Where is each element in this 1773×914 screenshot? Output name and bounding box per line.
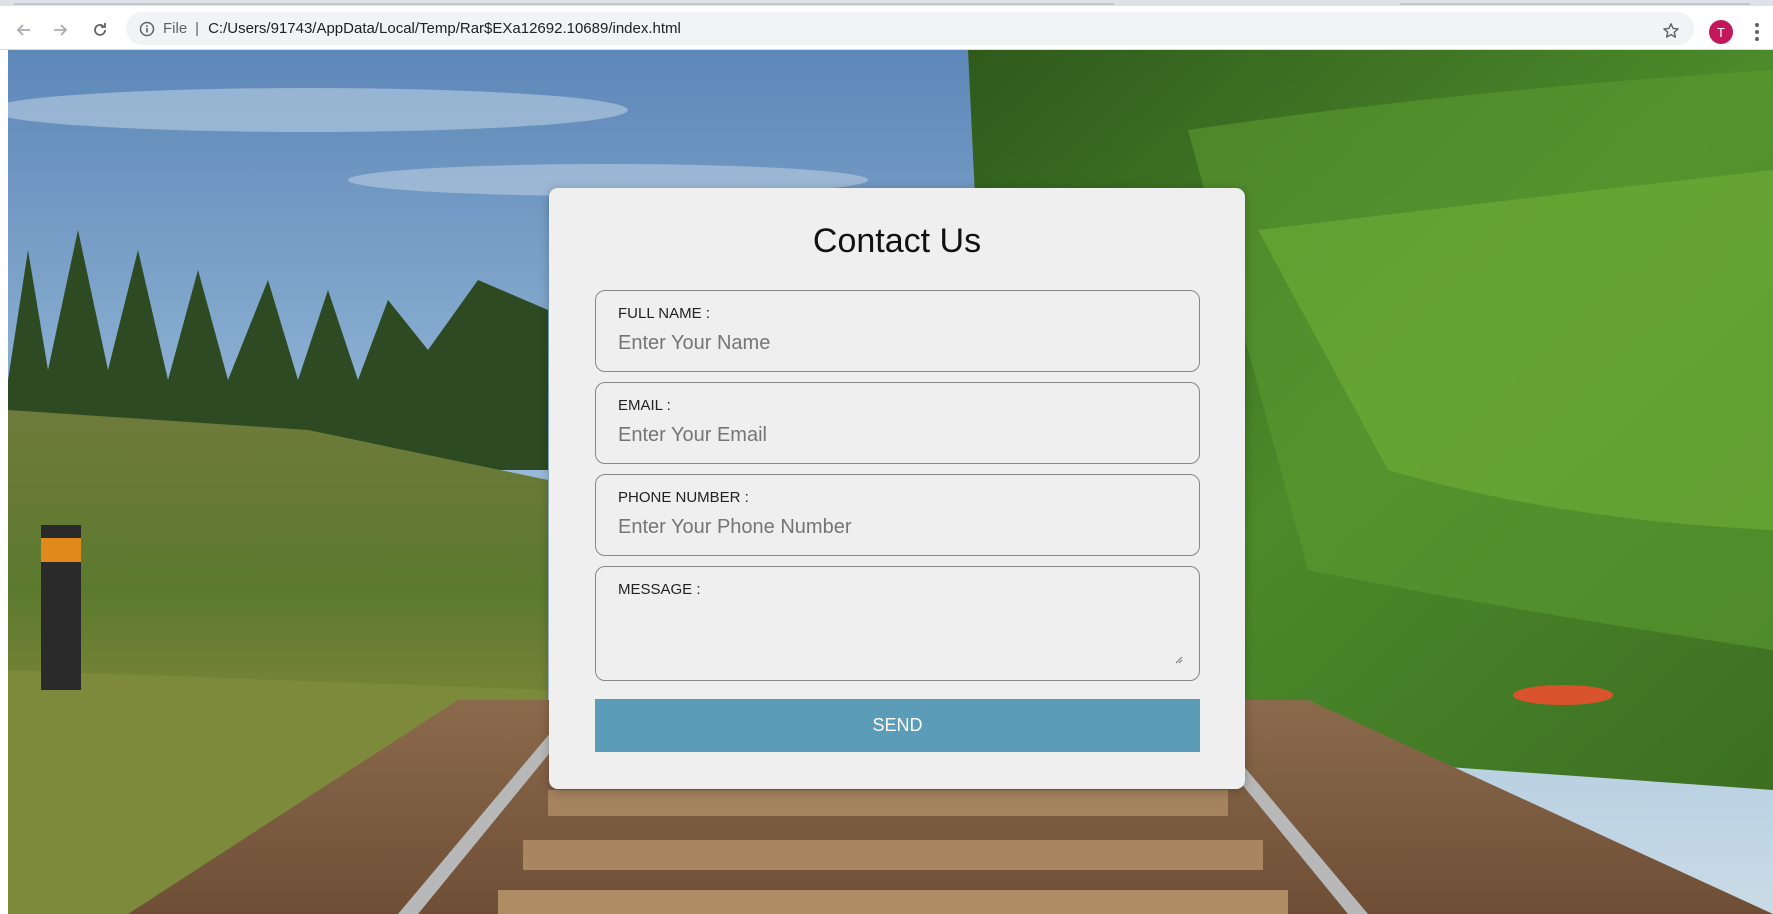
contact-form-card: Contact Us FULL NAME : EMAIL : PHONE NUM…: [549, 188, 1245, 789]
forward-arrow-icon[interactable]: [48, 18, 72, 42]
send-button[interactable]: SEND: [595, 699, 1200, 752]
tab-edge: [1400, 3, 1750, 5]
message-textarea[interactable]: [618, 605, 1186, 673]
back-arrow-icon[interactable]: [12, 18, 36, 42]
full-name-input[interactable]: [618, 329, 1178, 357]
tab-edge: [14, 3, 1114, 5]
message-label: MESSAGE :: [618, 581, 701, 598]
full-name-field[interactable]: FULL NAME :: [595, 290, 1200, 372]
phone-number-input[interactable]: [618, 513, 1178, 541]
phone-number-label: PHONE NUMBER :: [618, 489, 749, 506]
address-bar[interactable]: File | C:/Users/91743/AppData/Local/Temp…: [126, 12, 1694, 45]
info-icon[interactable]: [139, 21, 155, 37]
address-url: C:/Users/91743/AppData/Local/Temp/Rar$EX…: [208, 20, 681, 37]
email-input[interactable]: [618, 421, 1178, 449]
reload-icon[interactable]: [88, 18, 112, 42]
message-field[interactable]: MESSAGE :: [595, 566, 1200, 681]
page-viewport: Contact Us FULL NAME : EMAIL : PHONE NUM…: [8, 50, 1773, 914]
email-label: EMAIL :: [618, 397, 671, 414]
browser-toolbar: File | C:/Users/91743/AppData/Local/Temp…: [0, 6, 1773, 50]
resize-grip-icon[interactable]: [1173, 654, 1183, 664]
full-name-label: FULL NAME :: [618, 305, 710, 322]
address-separator: |: [195, 20, 200, 37]
email-field[interactable]: EMAIL :: [595, 382, 1200, 464]
bookmark-star-icon[interactable]: [1660, 20, 1682, 42]
address-scheme: File: [163, 20, 188, 37]
profile-avatar[interactable]: T: [1709, 20, 1733, 44]
phone-number-field[interactable]: PHONE NUMBER :: [595, 474, 1200, 556]
form-title: Contact Us: [812, 222, 982, 260]
more-menu-icon[interactable]: [1751, 20, 1763, 44]
